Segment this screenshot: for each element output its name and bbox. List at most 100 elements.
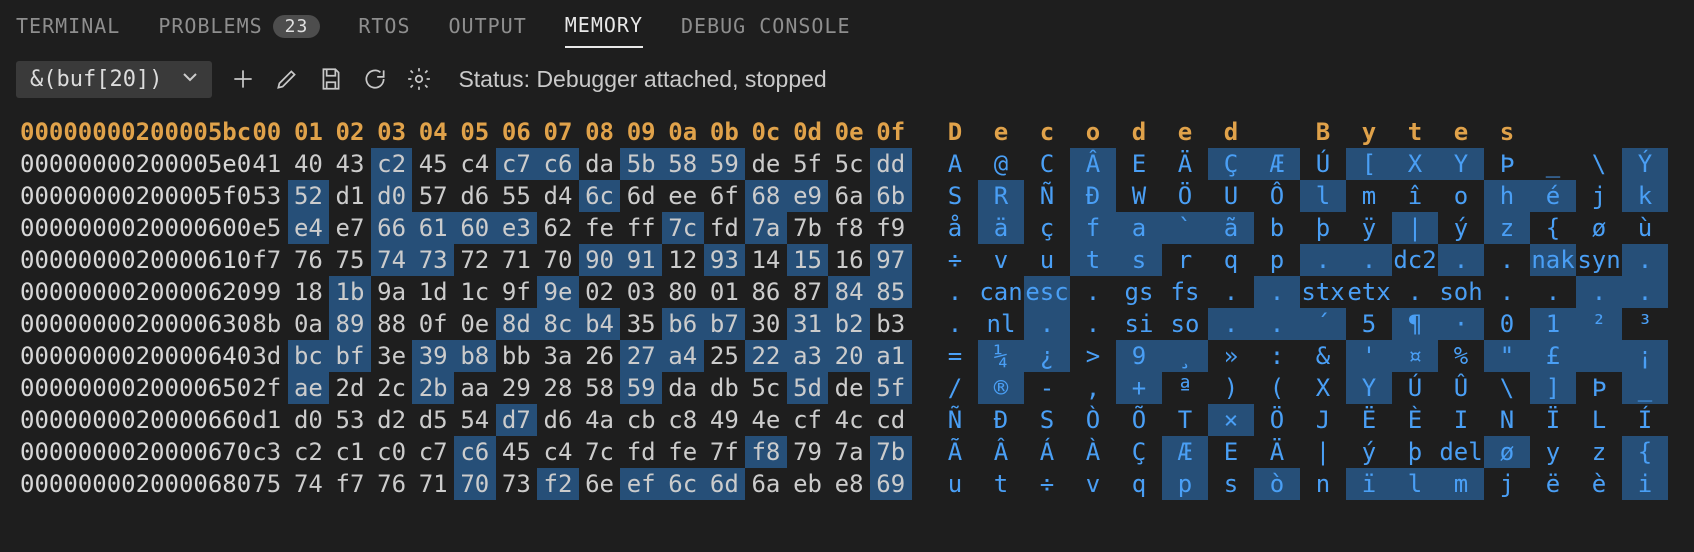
decoded-byte[interactable]: ù [1622,212,1668,244]
decoded-byte[interactable]: Õ [1116,404,1162,436]
hex-byte[interactable]: c1 [329,436,371,468]
decoded-byte[interactable]: . [1300,244,1346,276]
decoded-byte[interactable]: ¡ [1622,340,1668,372]
hex-byte[interactable]: db [704,372,746,404]
hex-byte[interactable]: 97 [870,244,912,276]
hex-byte[interactable]: a4 [662,340,704,372]
hex-byte[interactable]: bf [329,340,371,372]
decoded-byte[interactable]: etx [1346,276,1392,308]
hex-byte[interactable]: 8b [246,308,288,340]
hex-byte[interactable]: 15 [787,244,829,276]
hex-byte[interactable]: 7a [828,436,870,468]
decoded-byte[interactable]: é [1530,180,1576,212]
tab-terminal[interactable]: TERMINAL [16,2,120,47]
hex-byte[interactable]: cf [787,404,829,436]
hex-byte[interactable]: 01 [704,276,746,308]
decoded-byte[interactable]: ä [978,212,1024,244]
hex-byte[interactable]: d1 [329,180,371,212]
hex-byte[interactable]: 9e [537,276,579,308]
decoded-byte[interactable]: Ö [1254,404,1300,436]
decoded-byte[interactable]: b [1254,212,1300,244]
decoded-byte[interactable]: . [1024,308,1070,340]
hex-byte[interactable]: 58 [662,148,704,180]
hex-byte[interactable]: 85 [870,276,912,308]
decoded-byte[interactable]: L [1576,404,1622,436]
save-icon[interactable] [318,66,344,92]
decoded-byte[interactable]: s [1116,244,1162,276]
decoded-byte[interactable]: . [1254,276,1300,308]
decoded-byte[interactable]: m [1438,468,1484,500]
hex-byte[interactable]: da [662,372,704,404]
decoded-byte[interactable]: Û [1438,372,1484,404]
hex-byte[interactable]: 66 [371,212,413,244]
hex-byte[interactable]: 6a [745,468,787,500]
hex-byte[interactable]: 79 [787,436,829,468]
hex-byte[interactable]: ae [288,372,330,404]
decoded-byte[interactable]: Ï [1530,404,1576,436]
hex-byte[interactable]: 6c [662,468,704,500]
hex-byte[interactable]: ef [620,468,662,500]
decoded-byte[interactable]: . [932,308,978,340]
hex-byte[interactable]: 75 [246,468,288,500]
decoded-byte[interactable]: Æ [1254,148,1300,180]
hex-byte[interactable]: 0a [288,308,330,340]
decoded-byte[interactable]: Ð [1070,180,1116,212]
decoded-byte[interactable]: . [1576,276,1622,308]
hex-byte[interactable]: 69 [870,468,912,500]
hex-byte[interactable]: 9f [496,276,538,308]
decoded-byte[interactable]: [ [1346,148,1392,180]
decoded-byte[interactable]: ý [1346,436,1392,468]
hex-byte[interactable]: de [745,148,787,180]
hex-byte[interactable]: b4 [579,308,621,340]
decoded-byte[interactable]: E [1116,148,1162,180]
hex-byte[interactable]: cd [870,404,912,436]
decoded-byte[interactable]: £ [1530,340,1576,372]
hex-byte[interactable]: 87 [787,276,829,308]
decoded-byte[interactable]: t [1070,244,1116,276]
decoded-byte[interactable]: T [1162,404,1208,436]
hex-byte[interactable]: 6c [579,180,621,212]
decoded-byte[interactable]: % [1438,340,1484,372]
hex-byte[interactable]: f7 [329,468,371,500]
decoded-byte[interactable]: Ò [1070,404,1116,436]
decoded-byte[interactable]: Ñ [932,404,978,436]
decoded-byte[interactable]: S [1024,404,1070,436]
hex-byte[interactable]: c7 [496,148,538,180]
decoded-byte[interactable]: ¿ [1024,340,1070,372]
hex-byte[interactable]: ff [620,212,662,244]
hex-byte[interactable]: 0f [412,308,454,340]
hex-byte[interactable]: fe [662,436,704,468]
decoded-byte[interactable]: Ç [1116,436,1162,468]
hex-byte[interactable]: e3 [496,212,538,244]
decoded-byte[interactable]: u [1024,244,1070,276]
hex-byte[interactable]: 40 [288,148,330,180]
decoded-byte[interactable]: . [1254,308,1300,340]
decoded-byte[interactable]: { [1530,212,1576,244]
decoded-byte[interactable]: Ç [1208,148,1254,180]
decoded-byte[interactable]: soh [1438,276,1484,308]
decoded-byte[interactable]: Ä [1162,148,1208,180]
hex-byte[interactable]: 71 [412,468,454,500]
decoded-byte[interactable]: 5 [1346,308,1392,340]
decoded-byte[interactable]: q [1208,244,1254,276]
hex-byte[interactable]: 59 [704,148,746,180]
hex-byte[interactable]: d2 [371,404,413,436]
hex-byte[interactable]: 45 [496,436,538,468]
decoded-byte[interactable]: v [978,244,1024,276]
hex-byte[interactable]: c2 [288,436,330,468]
hex-byte[interactable]: 76 [288,244,330,276]
decoded-byte[interactable]: i [1622,468,1668,500]
decoded-byte[interactable]: y [1530,436,1576,468]
hex-byte[interactable]: bb [496,340,538,372]
decoded-byte[interactable]: Ú [1300,148,1346,180]
hex-byte[interactable]: 73 [412,244,454,276]
hex-byte[interactable]: e8 [828,468,870,500]
decoded-byte[interactable]: r [1162,244,1208,276]
hex-byte[interactable]: f8 [745,436,787,468]
decoded-byte[interactable]: ) [1208,372,1254,404]
hex-byte[interactable]: d6 [454,180,496,212]
decoded-byte[interactable]: ³ [1622,308,1668,340]
hex-byte[interactable]: 7c [579,436,621,468]
decoded-byte[interactable]: k [1622,180,1668,212]
decoded-byte[interactable]: Ö [1162,180,1208,212]
